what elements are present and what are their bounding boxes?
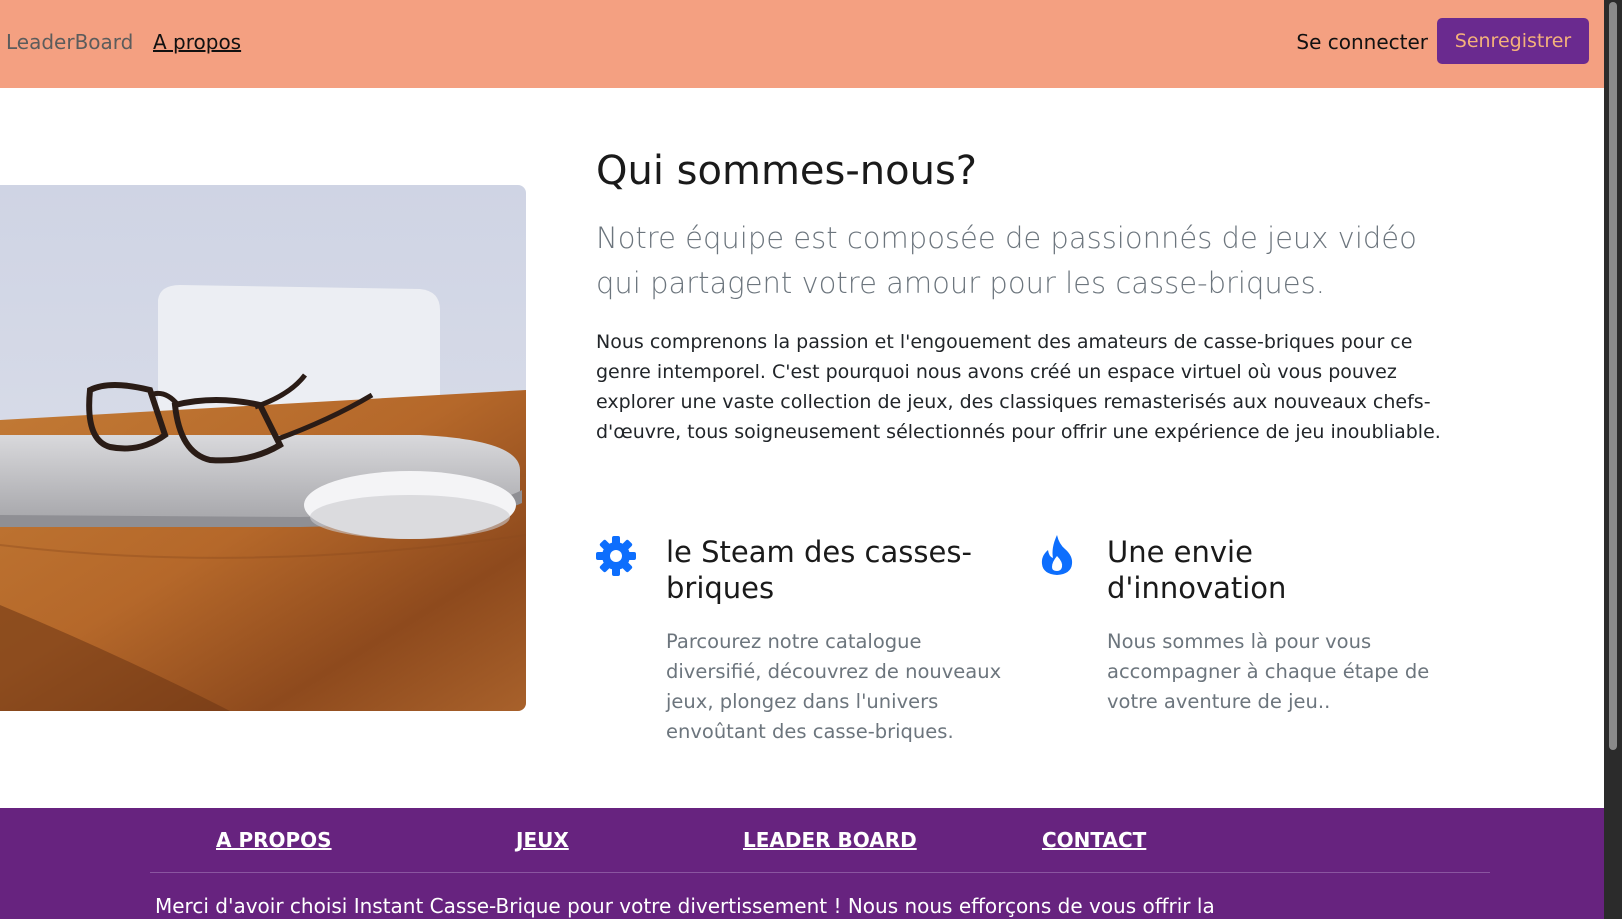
fire-icon: [1040, 534, 1074, 580]
footer-link-leaderboard[interactable]: LEADER BOARD: [743, 828, 917, 852]
feature-text-steam: Parcourez notre catalogue diversifié, dé…: [666, 630, 1002, 743]
login-link[interactable]: Se connecter: [1296, 30, 1428, 54]
brand-link[interactable]: LeaderBoard: [6, 30, 133, 54]
page-title: Qui sommes-nous?: [596, 148, 978, 194]
footer-link-contact[interactable]: CONTACT: [1042, 828, 1146, 852]
register-button[interactable]: Senregistrer: [1437, 18, 1589, 64]
footer-link-about[interactable]: A PROPOS: [216, 828, 332, 852]
desk-laptop-glasses-photo: [0, 185, 526, 711]
top-navbar: LeaderBoard A propos Se connecter Senreg…: [0, 0, 1604, 88]
feature-title-innovation: Une envie d'innovation: [1107, 535, 1287, 605]
footer-thanks-text: Merci d'avoir choisi Instant Casse-Briqu…: [155, 894, 1215, 918]
about-paragraph: Nous comprenons la passion et l'engoueme…: [596, 331, 1441, 443]
footer-link-games[interactable]: JEUX: [516, 828, 569, 852]
hero-image: [0, 185, 526, 711]
gear-icon: [596, 536, 636, 580]
page-scrollbar[interactable]: [1604, 0, 1622, 919]
feature-title-steam: le Steam des casses-briques: [666, 535, 972, 605]
lead-paragraph: Notre équipe est composée de passionnés …: [596, 221, 1417, 300]
nav-link-about[interactable]: A propos: [153, 30, 241, 54]
site-footer: A PROPOS JEUX LEADER BOARD CONTACT Merci…: [0, 808, 1604, 919]
feature-text-innovation: Nous sommes là pour vous accompagner à c…: [1107, 630, 1430, 713]
scrollbar-thumb[interactable]: [1609, 2, 1617, 750]
footer-divider: [150, 872, 1490, 873]
